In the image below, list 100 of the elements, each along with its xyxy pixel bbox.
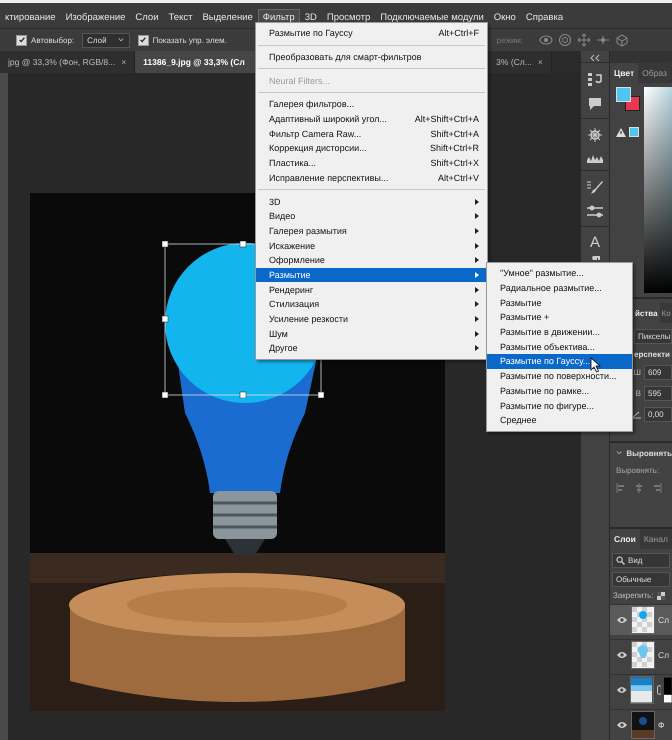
- menu-item[interactable]: Усиление резкости: [256, 312, 487, 326]
- menu-item[interactable]: ктирование: [0, 8, 61, 26]
- menu-item[interactable]: Размытие по фигуре...: [487, 398, 632, 413]
- input-field[interactable]: 0,00: [644, 407, 672, 422]
- menu-item[interactable]: Среднее: [487, 412, 632, 428]
- menu-item[interactable]: Коррекция дисторсии... Shift+Ctrl+R: [256, 141, 487, 156]
- menu-item[interactable]: Фильтр Camera Raw... Shift+Ctrl+A: [256, 126, 487, 142]
- history-icon[interactable]: [586, 71, 604, 87]
- section-title: Выровнять: [626, 448, 672, 458]
- menu-item[interactable]: Размытие по Гауссу...: [487, 354, 632, 369]
- submenu-arrow-icon: [475, 286, 479, 293]
- menu-item[interactable]: Текст: [164, 8, 198, 26]
- menu-item[interactable]: Слои: [130, 8, 164, 26]
- menu-item[interactable]: Адаптивный широкий угол... Alt+Shift+Ctrl+A: [256, 112, 487, 126]
- menu-item[interactable]: Подключаемые модули: [375, 8, 489, 26]
- menu-item[interactable]: Видео: [256, 208, 487, 224]
- input-field[interactable]: 609: [644, 365, 672, 380]
- field-label: Ш: [634, 368, 641, 378]
- menu-item[interactable]: "Умное" размытие...: [487, 266, 632, 281]
- menu-item[interactable]: Галерея фильтров...: [256, 97, 487, 112]
- eye-icon[interactable]: [616, 616, 628, 624]
- scale-icon[interactable]: [615, 33, 630, 47]
- web-safe-swatch[interactable]: [629, 127, 639, 137]
- menu-item[interactable]: Размытие по рамке...: [487, 384, 632, 398]
- menu-item[interactable]: Преобразовать для смарт-фильтров: [256, 50, 487, 64]
- menu-item[interactable]: 3D: [300, 8, 322, 26]
- submenu-arrow-icon: [475, 228, 479, 234]
- submenu-arrow-icon: [475, 257, 479, 264]
- section-title: ерспекти: [634, 350, 671, 360]
- menu-item[interactable]: Оформление: [256, 252, 487, 268]
- type-tool[interactable]: A: [590, 235, 600, 250]
- lock-pixels-icon[interactable]: [656, 592, 665, 600]
- color-swatches-icon[interactable]: [616, 87, 640, 111]
- layer-thumbnail: [630, 676, 654, 704]
- panel-tab[interactable]: Образ: [638, 63, 671, 83]
- option-label: Автовыбор:: [31, 36, 74, 44]
- angle-icon: [631, 410, 641, 419]
- input-field[interactable]: 595: [644, 386, 672, 402]
- layer-row[interactable]: Сл: [610, 639, 672, 670]
- menu-item[interactable]: Окно: [488, 8, 521, 26]
- layer-row[interactable]: Ф: [610, 709, 672, 740]
- chevron-icon[interactable]: [616, 450, 622, 456]
- menu-item[interactable]: Изображение: [60, 8, 130, 26]
- menu-item[interactable]: Искажение: [256, 238, 487, 253]
- menu-item[interactable]: Размытие: [487, 295, 632, 310]
- submenu-arrow-icon: [475, 330, 479, 337]
- menu-item[interactable]: Размытие: [256, 268, 487, 282]
- slide-icon[interactable]: [596, 33, 610, 47]
- wheel-icon[interactable]: [587, 127, 603, 143]
- comment-icon[interactable]: [587, 96, 603, 112]
- menu-item[interactable]: Выделение: [197, 8, 258, 26]
- layer-name: Ф: [658, 720, 664, 730]
- eye-icon[interactable]: [616, 686, 628, 694]
- mode-label: режим:: [496, 36, 524, 44]
- layer-name: Сл: [658, 615, 670, 625]
- brush-icon[interactable]: [586, 179, 604, 195]
- align-label: Выровнять:: [616, 466, 660, 475]
- menu-item[interactable]: Шум: [256, 326, 487, 342]
- orbit-icon[interactable]: [539, 33, 554, 47]
- menu-item[interactable]: Пластика... Shift+Ctrl+X: [256, 156, 487, 170]
- color-field[interactable]: [644, 87, 672, 294]
- panel-tab[interactable]: Слои: [610, 529, 640, 549]
- menu-item[interactable]: Размытие +: [487, 310, 632, 325]
- checkbox[interactable]: [16, 34, 27, 46]
- layer-thumbnail: [631, 641, 655, 669]
- panel-tab[interactable]: Канал: [640, 529, 672, 549]
- menu-item[interactable]: Другое: [256, 341, 487, 356]
- menu-item[interactable]: Размытие объектива...: [487, 339, 632, 354]
- blend-mode-dropdown[interactable]: Обычные: [612, 572, 670, 587]
- lock-label: Закрепить:: [613, 591, 654, 600]
- roll-icon[interactable]: [558, 33, 572, 47]
- panel-tab[interactable]: Цвет: [610, 63, 638, 83]
- layer-row[interactable]: Сл: [610, 604, 672, 635]
- menu-item[interactable]: Галерея размытия: [256, 224, 487, 238]
- panel-tab[interactable]: Ко: [660, 303, 672, 324]
- menu-item[interactable]: Радиальное размытие...: [487, 280, 632, 296]
- eye-icon[interactable]: [616, 651, 628, 659]
- menu-item[interactable]: Рендеринг: [256, 282, 487, 297]
- checkbox[interactable]: [138, 34, 149, 46]
- menu-item[interactable]: 3D: [256, 194, 487, 209]
- filter-field[interactable]: Вид: [612, 553, 670, 568]
- panel-tab[interactable]: йства: [633, 303, 660, 324]
- sliders-icon[interactable]: [586, 204, 604, 220]
- submenu-arrow-icon: [475, 345, 479, 352]
- eye-icon[interactable]: [616, 721, 628, 729]
- menu-item[interactable]: Стилизация: [256, 297, 487, 312]
- chevron-down-icon: [116, 36, 125, 44]
- pan-icon[interactable]: [577, 33, 592, 47]
- menu-item[interactable]: Размытие по поверхности...: [487, 368, 632, 384]
- menu-item[interactable]: Просмотр: [322, 8, 376, 26]
- layer-row[interactable]: [610, 674, 672, 705]
- submenu-arrow-icon: [475, 242, 479, 249]
- menu-item[interactable]: Справка: [520, 8, 568, 26]
- search-icon: [616, 556, 625, 565]
- menu-item[interactable]: Исправление перспективы... Alt+Ctrl+V: [256, 170, 487, 186]
- layer-dropdown[interactable]: Слой: [82, 32, 130, 48]
- menu-item[interactable]: Размытие по Гауссу Alt+Ctrl+F: [256, 26, 487, 41]
- menu-item[interactable]: Размытие в движении...: [487, 324, 632, 340]
- collapse-icon[interactable]: [588, 54, 602, 62]
- link-icon: [656, 685, 662, 695]
